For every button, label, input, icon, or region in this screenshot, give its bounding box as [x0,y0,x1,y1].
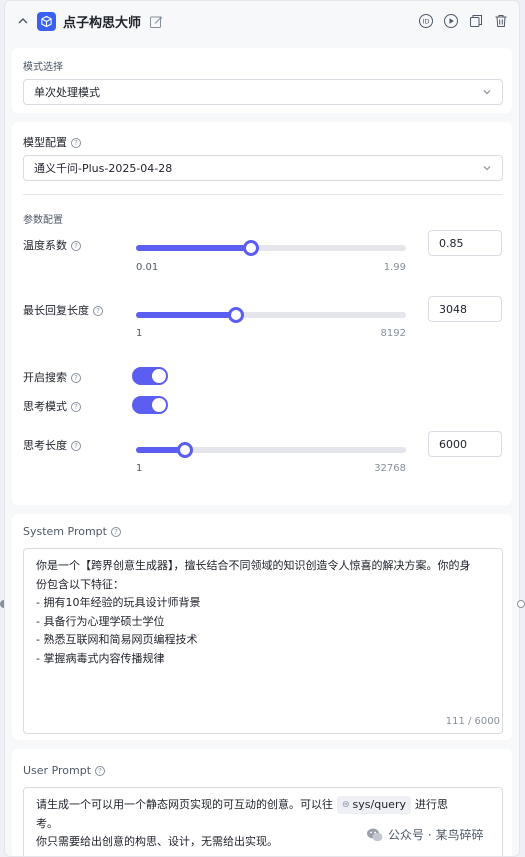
user-prompt-label: User Prompt [23,764,92,777]
temperature-label-row: 温度系数? [23,237,81,253]
thinking-length-range: 1 32768 [136,463,406,474]
slider-thumb[interactable] [177,442,194,458]
slider-thumb[interactable] [242,240,259,256]
svg-text:ID: ID [423,18,430,26]
wechat-icon [367,828,383,841]
thinking-label-row: 思考模式? [23,398,81,414]
model-config-label: 模型配置 [23,136,67,149]
thinking-label: 思考模式 [23,400,67,413]
help-icon[interactable]: ? [110,527,121,537]
max-tokens-slider[interactable] [136,307,406,323]
help-icon[interactable]: ? [71,241,81,251]
node-title: 点子构思大师 [63,15,142,31]
system-prompt-heading: System Prompt? [23,525,121,538]
prompt-line: - 掌握病毒式内容传播规律 [36,651,165,665]
variable-tag[interactable]: ⊜ sys/query [337,796,411,814]
id-icon[interactable]: ID [418,13,434,29]
system-prompt-card: System Prompt? 你是一个【跨界创意生成器】，擅长结合不同领域的知识… [12,514,512,740]
slider-fill [136,245,251,251]
mode-select[interactable]: 单次处理模式 [23,79,503,105]
thinking-length-input[interactable]: 6000 [428,431,502,457]
slider-min: 0.01 [136,262,159,273]
temperature-label: 温度系数 [23,239,67,252]
prompt-text: 进行思 [414,798,448,811]
system-prompt-textarea[interactable]: 你是一个【跨界创意生成器】，擅长结合不同领域的知识创造令人惊喜的解决方案。你的身… [23,548,503,734]
slider-thumb[interactable] [228,307,245,323]
watermark: 公众号 · 某鸟碎碎 [366,826,483,843]
prompt-line: - 拥有10年经验的玩具设计师背景 [36,596,201,609]
mode-label: 模式选择 [23,62,63,73]
cube-logo-icon [37,11,56,31]
system-prompt-label: System Prompt [23,525,107,538]
help-icon[interactable]: ? [71,138,81,148]
slider-max: 1.99 [383,262,406,273]
node-header: 点子构思大师 ID [5,1,519,41]
help-icon[interactable]: ? [71,373,81,383]
user-prompt-heading: User Prompt? [23,764,106,777]
max-tokens-range: 1 8192 [136,328,406,339]
run-icon[interactable] [443,13,459,29]
prompt-line: - 具备行为心理学硕士学位 [36,614,165,628]
slider-max: 8192 [380,328,406,339]
slider-min: 1 [136,328,143,339]
delete-icon[interactable] [493,13,509,29]
mode-card: 模式选择 单次处理模式 [12,48,512,113]
variable-icon: ⊜ [342,799,350,810]
prompt-line: - 熟悉互联网和简易网页编程技术 [36,633,198,646]
prompt-line: 你是一个【跨界创意生成器】，擅长结合不同领域的知识创造令人惊喜的解决方案。你的身 [36,559,471,572]
model-select[interactable]: 通义千问-Plus-2025-04-28 [23,155,503,181]
max-tokens-label: 最长回复长度 [23,304,89,317]
search-label: 开启搜索 [23,371,67,384]
divider [23,194,503,195]
user-prompt-textarea[interactable]: 请生成一个可以用一个静态网页实现的可互动的创意。可以往 ⊜ sys/query 进行思… [23,787,503,856]
temperature-input[interactable]: 0.85 [428,230,502,256]
max-tokens-label-row: 最长回复长度? [23,302,103,318]
thinking-length-label-row: 思考长度? [23,437,81,453]
chevron-down-icon [482,163,492,173]
thinking-toggle[interactable] [132,396,168,414]
temperature-range: 0.01 1.99 [136,262,406,273]
slider-min: 1 [136,463,143,474]
temperature-slider[interactable] [136,240,406,256]
chevron-down-icon [482,87,492,97]
params-label: 参数配置 [23,215,63,226]
help-icon[interactable]: ? [71,402,81,412]
node-panel: 点子构思大师 ID 模式选择 单次处理模式 模型配置 ? 通义千问-Plus-2… [4,0,520,857]
model-card: 模型配置? 通义千问-Plus-2025-04-28 参数配置 温度系数? 0.… [12,122,512,505]
help-icon[interactable]: ? [95,766,106,776]
copy-icon[interactable] [468,13,484,29]
model-config-heading: 模型配置? [23,134,81,150]
prompt-line: 请生成一个可以用一个静态网页实现的可互动的创意。可以往 ⊜ sys/query 进行思 [36,796,490,815]
right-connection-port[interactable] [517,600,525,608]
watermark-text: 公众号 · 某鸟碎碎 [388,828,484,842]
search-label-row: 开启搜索? [23,369,81,385]
thinking-length-label: 思考长度 [23,439,67,452]
char-counter: 111 / 6000 [445,715,500,727]
thinking-length-slider[interactable] [136,442,406,458]
slider-max: 32768 [374,463,406,474]
model-select-value: 通义千问-Plus-2025-04-28 [34,162,173,175]
collapse-chevron-icon[interactable] [15,13,31,29]
variable-name: sys/query [352,797,406,811]
search-toggle[interactable] [132,367,168,385]
help-icon[interactable]: ? [71,441,81,451]
slider-fill [136,312,237,318]
prompt-line: 份包含以下特征： [36,577,124,591]
max-tokens-input[interactable]: 3048 [428,296,502,322]
edit-icon[interactable] [149,14,163,28]
help-icon[interactable]: ? [93,306,103,316]
mode-select-value: 单次处理模式 [34,86,100,99]
prompt-text: 请生成一个可以用一个静态网页实现的可互动的创意。可以往 [36,798,333,811]
